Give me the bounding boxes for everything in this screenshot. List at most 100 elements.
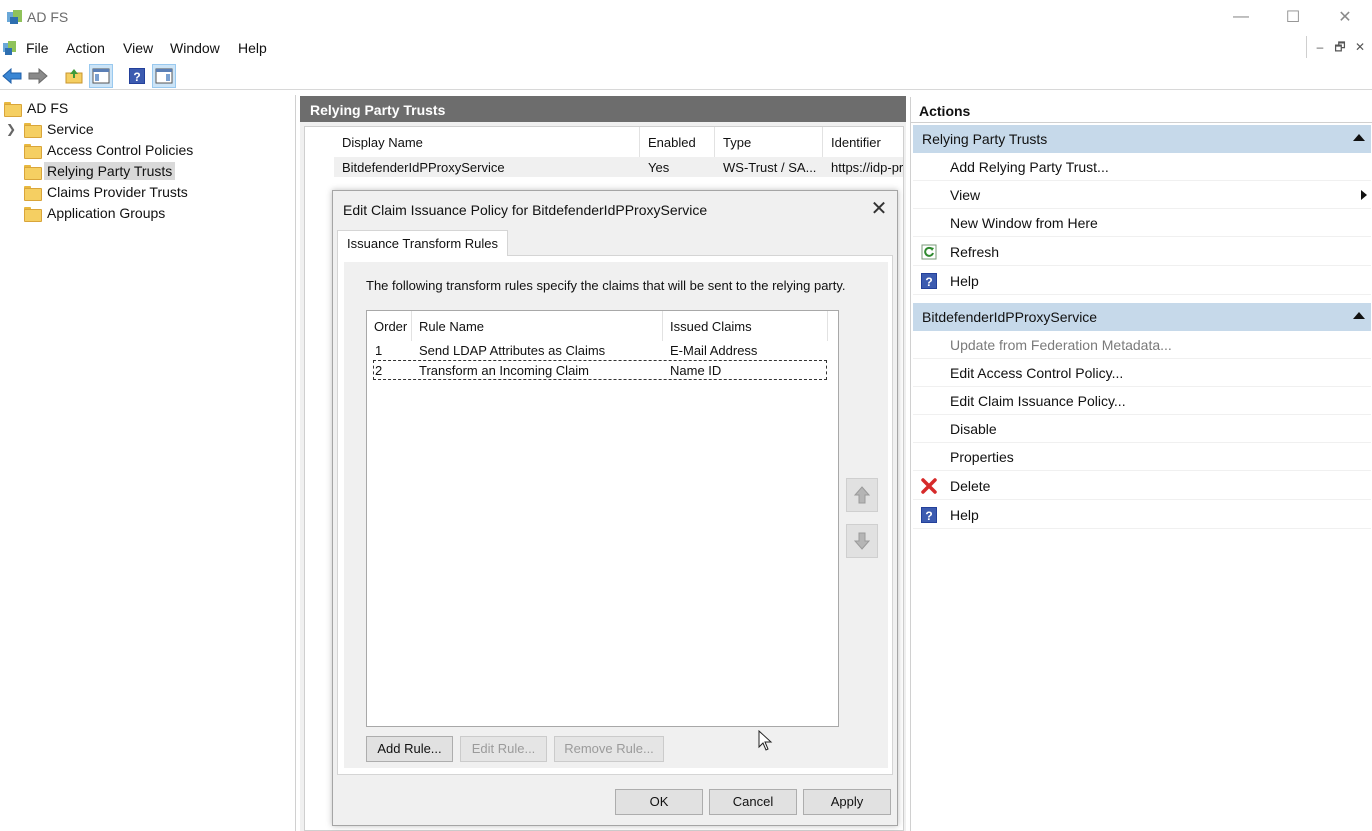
maximize-button[interactable]: ☐ [1270,4,1316,30]
column-header-enabled[interactable]: Enabled [640,127,715,157]
column-header-issued-claims[interactable]: Issued Claims [663,311,828,341]
action-new-window-from-here[interactable]: New Window from Here [913,209,1371,237]
mdi-close-button[interactable]: ✕ [1351,39,1369,55]
cancel-button[interactable]: Cancel [709,789,797,815]
transform-rules-list[interactable]: Order Rule Name Issued Claims 1 Send LDA… [366,310,839,727]
up-one-level-button[interactable] [62,64,86,88]
action-label: View [950,187,981,203]
mmc-system-menu-icon[interactable] [2,40,18,56]
tree-label: Relying Party Trusts [44,162,176,180]
minimize-button[interactable]: — [1218,4,1264,30]
action-label: Delete [950,478,991,494]
cell-identifier[interactable]: https://idp-pro [823,157,903,177]
cell-display-name[interactable]: BitdefenderIdPProxyService [334,157,640,177]
folder-icon [4,101,22,117]
mouse-cursor-icon [758,730,773,751]
folder-up-icon [65,69,83,84]
title-bar: AD FS — ☐ ✕ [0,0,1372,34]
back-button[interactable] [0,64,24,88]
dialog-title: Edit Claim Issuance Policy for Bitdefend… [343,202,708,218]
action-delete[interactable]: Delete [913,472,1371,500]
tree-item-relying-party-trusts[interactable]: Relying Party Trusts [24,161,176,181]
collapse-caret-icon[interactable] [1353,134,1365,141]
rule-order[interactable]: 1 [368,340,389,360]
tree-item-access-control-policies[interactable]: Access Control Policies [24,140,196,160]
action-properties[interactable]: Properties [913,443,1371,471]
action-label: Refresh [950,244,1000,260]
mdi-minimize-button[interactable]: – [1311,39,1329,55]
actions-section-bitdefender[interactable]: BitdefenderIdPProxyService [913,303,1371,331]
close-button[interactable]: ✕ [1322,4,1368,30]
tree-label: Access Control Policies [47,142,194,158]
action-label: Help [950,273,979,289]
column-header-order[interactable]: Order [367,311,412,341]
action-help[interactable]: ? Help [913,267,1371,295]
action-edit-access-control-policy[interactable]: Edit Access Control Policy... [913,359,1371,387]
action-update-from-federation-metadata[interactable]: Update from Federation Metadata... [913,331,1371,359]
rule-name[interactable]: Transform an Incoming Claim [412,360,596,380]
actions-section-relying-party-trusts[interactable]: Relying Party Trusts [913,125,1371,153]
tree-item-claims-provider-trusts[interactable]: Claims Provider Trusts [24,182,191,202]
action-edit-claim-issuance-policy[interactable]: Edit Claim Issuance Policy... [913,387,1371,415]
tab-content: The following transform rules specify th… [344,262,888,768]
menu-window[interactable]: Window [170,40,220,56]
apply-button[interactable]: Apply [803,789,891,815]
rule-issued-claims[interactable]: E-Mail Address [663,340,764,360]
menu-bar: File Action View Window Help [0,36,1372,60]
mdi-controls: – 🗗 ✕ [1306,36,1372,58]
menu-view[interactable]: View [123,40,153,56]
rule-name[interactable]: Send LDAP Attributes as Claims [412,340,612,360]
menu-file[interactable]: File [26,40,49,56]
arrow-up-icon [854,486,870,504]
help-icon: ? [921,507,937,523]
tree-label: Service [47,121,94,137]
rule-order[interactable]: 2 [368,360,389,380]
menu-help[interactable]: Help [238,40,267,56]
tree-label: Claims Provider Trusts [47,184,188,200]
action-disable[interactable]: Disable [913,415,1371,443]
edit-claim-issuance-policy-dialog: Edit Claim Issuance Policy for Bitdefend… [332,190,898,826]
add-rule-button[interactable]: Add Rule... [366,736,453,762]
column-header-display-name[interactable]: Display Name [334,127,640,157]
action-label: Help [950,507,979,523]
folder-icon [24,185,42,201]
move-down-button[interactable] [846,524,878,558]
toolbar: ? [0,62,1372,90]
cell-enabled[interactable]: Yes [640,157,715,177]
folder-icon [24,143,42,159]
action-view[interactable]: View [913,181,1371,209]
column-header-identifier[interactable]: Identifier [823,127,903,157]
tree-item-ad-fs[interactable]: AD FS [4,98,71,118]
tree-item-service[interactable]: Service [24,119,97,139]
action-add-relying-party-trust[interactable]: Add Relying Party Trust... [913,153,1371,181]
mdi-restore-button[interactable]: 🗗 [1331,39,1349,55]
dialog-close-button[interactable]: ✕ [865,197,893,221]
action-refresh[interactable]: Refresh [913,238,1371,266]
section-label: BitdefenderIdPProxyService [922,309,1098,325]
ok-button[interactable]: OK [615,789,703,815]
collapse-caret-icon[interactable] [1353,312,1365,319]
forward-button[interactable] [26,64,50,88]
help-toolbar-button[interactable]: ? [125,64,149,88]
show-hide-action-pane-button[interactable] [152,64,176,88]
action-help-2[interactable]: ? Help [913,501,1371,529]
tree-item-application-groups[interactable]: Application Groups [24,203,168,223]
window-title: AD FS [27,9,69,25]
tab-issuance-transform-rules[interactable]: Issuance Transform Rules [337,230,509,256]
cell-type[interactable]: WS-Trust / SA... [715,157,823,177]
chevron-right-icon[interactable]: ❯ [6,122,16,136]
column-header-type[interactable]: Type [715,127,823,157]
tab-page: The following transform rules specify th… [337,255,893,775]
rule-issued-claims[interactable]: Name ID [663,360,728,380]
remove-rule-button[interactable]: Remove Rule... [554,736,664,762]
menu-action[interactable]: Action [66,40,105,56]
folder-icon [24,164,42,180]
move-up-button[interactable] [846,478,878,512]
arrow-down-icon [854,532,870,550]
tree-label: AD FS [27,100,69,116]
show-hide-console-tree-button[interactable] [89,64,113,88]
edit-rule-button[interactable]: Edit Rule... [460,736,547,762]
column-header-rule-name[interactable]: Rule Name [412,311,663,341]
refresh-icon [921,244,937,260]
help-icon: ? [129,68,145,84]
